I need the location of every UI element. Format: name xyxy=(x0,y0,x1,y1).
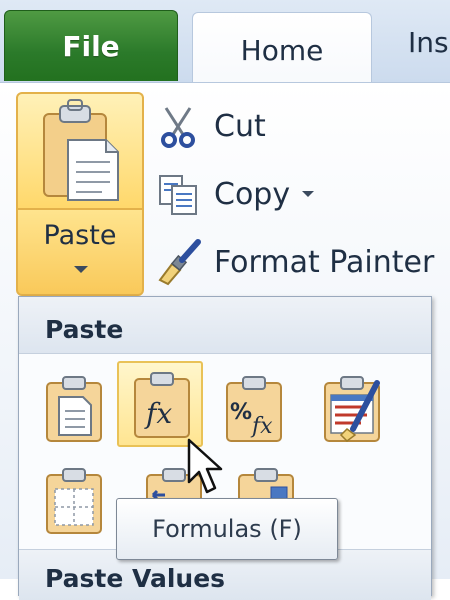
tab-file[interactable]: File xyxy=(4,10,178,81)
format-painter-label: Format Painter xyxy=(214,244,435,280)
paste-option-formulas[interactable]: fx xyxy=(117,361,203,447)
keep-source-formatting-icon xyxy=(324,376,380,442)
menu-section-title: Paste xyxy=(45,315,124,344)
mouse-pointer-icon xyxy=(187,438,223,494)
cut-button[interactable]: Cut xyxy=(154,96,266,156)
paste-button[interactable] xyxy=(16,92,144,208)
ribbon-tab-strip: File Home Ins xyxy=(0,0,450,87)
copy-icon xyxy=(159,175,197,215)
menu-section-title: Paste Values xyxy=(45,564,226,593)
svg-text:fx: fx xyxy=(144,397,172,430)
tooltip: Formulas (F) xyxy=(116,498,338,560)
tab-insert[interactable]: Ins xyxy=(408,26,450,59)
tab-home[interactable]: Home xyxy=(192,12,372,87)
cut-label: Cut xyxy=(214,108,266,144)
no-borders-icon xyxy=(46,468,102,534)
paintbrush-icon xyxy=(158,239,201,286)
chevron-down-icon xyxy=(74,266,88,273)
copy-label: Copy xyxy=(214,176,291,212)
menu-section-header: Paste xyxy=(19,297,431,354)
svg-text:fx: fx xyxy=(250,414,273,439)
paste-option-paste[interactable] xyxy=(29,365,115,451)
chevron-down-icon[interactable] xyxy=(302,191,315,197)
format-painter-button[interactable]: Format Painter xyxy=(154,232,434,292)
scissors-icon xyxy=(161,107,195,148)
paste-dropdown-button[interactable]: Paste xyxy=(16,208,144,296)
paste-formulas-number-formatting-icon: % fx xyxy=(226,376,282,442)
paste-option-no-borders[interactable] xyxy=(29,457,115,543)
copy-button[interactable]: Copy xyxy=(154,164,315,224)
paste-label: Paste xyxy=(43,220,117,251)
paste-icon xyxy=(46,376,102,442)
svg-text:%: % xyxy=(230,400,252,425)
paste-formulas-icon: fx xyxy=(134,372,190,438)
paste-option-keep-source-formatting[interactable] xyxy=(307,365,393,451)
paste-icon xyxy=(43,99,119,201)
